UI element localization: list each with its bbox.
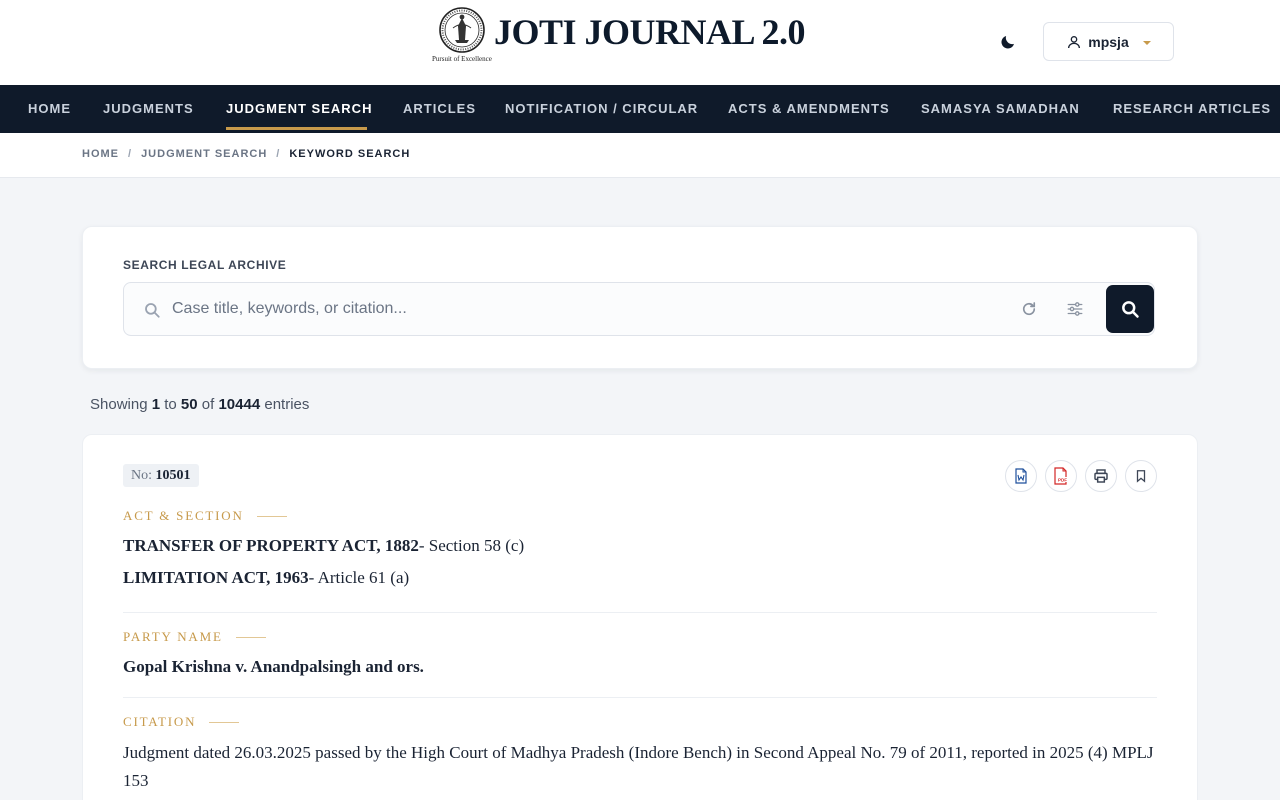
download-pdf-button[interactable]: PDF (1045, 460, 1077, 492)
act-line: TRANSFER OF PROPERTY ACT, 1882- Section … (123, 536, 524, 556)
username: mpsja (1088, 33, 1129, 50)
word-file-icon (1015, 468, 1027, 484)
record-number-badge: No: 10501 (123, 464, 199, 487)
nav-notification-circular[interactable]: NOTIFICATION / CIRCULAR (505, 85, 698, 133)
nav-acts-amendments[interactable]: ACTS & AMENDMENTS (728, 85, 890, 133)
main-nav: HOME JUDGMENTS JUDGMENT SEARCH ARTICLES … (0, 85, 1280, 133)
print-button[interactable] (1085, 460, 1117, 492)
record-number: 10501 (155, 468, 191, 483)
breadcrumb-home[interactable]: HOME (82, 148, 119, 160)
brand-title: JOTI JOURNAL 2.0 (494, 12, 806, 52)
search-card: SEARCH LEGAL ARCHIVE (82, 226, 1198, 369)
active-nav-indicator (226, 127, 367, 130)
dark-mode-toggle[interactable] (996, 30, 1020, 54)
download-word-button[interactable] (1005, 460, 1037, 492)
judgment-card: No: 10501 PDF ACT & SECTION TRANSFER OF … (82, 434, 1198, 800)
nav-judgments[interactable]: JUDGMENTS (103, 85, 194, 133)
act-section-heading: ACT & SECTION (123, 508, 287, 524)
search-input[interactable] (172, 293, 992, 325)
printer-icon (1094, 469, 1108, 483)
citation-text: Judgment dated 26.03.2025 passed by the … (123, 743, 1154, 790)
act-section: - Article 61 (a) (308, 568, 410, 587)
search-button[interactable] (1106, 285, 1154, 333)
svg-text:PDF: PDF (1058, 478, 1067, 483)
search-box (123, 282, 1155, 336)
seal-icon: Pursuit of Excellence (432, 6, 492, 64)
chevron-down-icon (1142, 40, 1151, 45)
breadcrumb-judgment-search[interactable]: JUDGMENT SEARCH (141, 148, 267, 160)
nav-judgment-search[interactable]: JUDGMENT SEARCH (226, 85, 372, 133)
divider (123, 612, 1157, 613)
citation-heading: CITATION (123, 714, 240, 730)
breadcrumb-current: KEYWORD SEARCH (289, 148, 411, 160)
search-label: SEARCH LEGAL ARCHIVE (123, 258, 287, 272)
user-menu-button[interactable]: mpsja (1043, 22, 1174, 61)
filter-button[interactable] (1063, 297, 1087, 321)
results-from: 1 (151, 396, 161, 413)
pdf-file-icon: PDF (1054, 467, 1068, 485)
nav-samasya-samadhan[interactable]: SAMASYA SAMADHAN (921, 85, 1080, 133)
heading-rule (256, 515, 287, 517)
search-icon (145, 303, 160, 318)
results-total: 10444 (218, 396, 261, 413)
sliders-icon (1067, 302, 1083, 316)
breadcrumb-separator: / (276, 148, 281, 160)
divider (123, 697, 1157, 698)
party-name: Gopal Krishna v. Anandpalsingh and ors. (123, 657, 424, 676)
nav-articles[interactable]: ARTICLES (403, 85, 476, 133)
bookmark-icon (1136, 470, 1146, 483)
nav-research-articles[interactable]: RESEARCH ARTICLES (1113, 85, 1271, 133)
search-icon (1122, 301, 1139, 318)
heading-rule (209, 721, 240, 723)
breadcrumb: HOME / JUDGMENT SEARCH / KEYWORD SEARCH (82, 148, 410, 160)
site-logo[interactable]: Pursuit of Excellence JOTI JOURNAL 2.0 (432, 6, 806, 64)
nav-home[interactable]: HOME (28, 85, 71, 133)
reset-button[interactable] (1017, 297, 1041, 321)
site-header: Pursuit of Excellence JOTI JOURNAL 2.0 m… (0, 0, 1280, 85)
act-line: LIMITATION ACT, 1963- Article 61 (a) (123, 568, 409, 588)
act-name: TRANSFER OF PROPERTY ACT, 1882 (123, 536, 419, 555)
breadcrumb-bar: HOME / JUDGMENT SEARCH / KEYWORD SEARCH (0, 133, 1280, 178)
refresh-icon (1022, 302, 1036, 316)
breadcrumb-separator: / (128, 148, 133, 160)
party-name-heading: PARTY NAME (123, 629, 266, 645)
moon-icon (1001, 36, 1014, 49)
results-count: Showing 1 to 50 of 10444 entries (90, 396, 310, 413)
logo-motto: Pursuit of Excellence (432, 55, 492, 63)
user-icon (1068, 35, 1081, 48)
act-name: LIMITATION ACT, 1963 (123, 568, 309, 587)
heading-rule (235, 636, 266, 638)
bookmark-button[interactable] (1125, 460, 1157, 492)
results-to: 50 (180, 396, 198, 413)
act-section: - Section 58 (c) (418, 536, 525, 555)
